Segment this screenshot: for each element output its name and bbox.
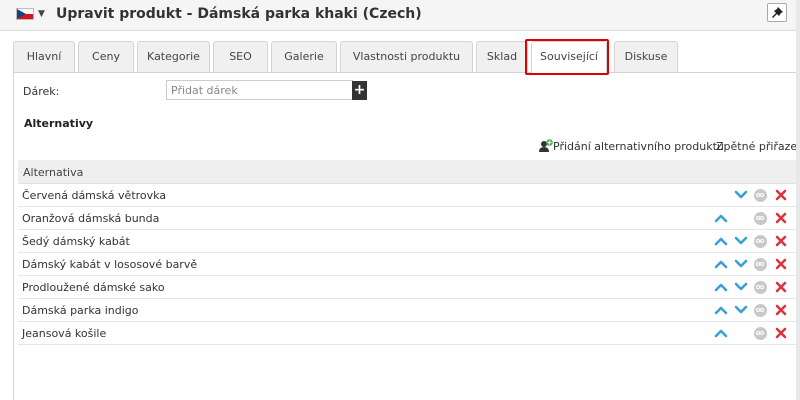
back-assign-label: Zpětné přiřazení — [716, 140, 800, 153]
tab-galerie[interactable]: Galerie — [271, 41, 337, 72]
row-name: Prodloužené dámské sako — [22, 281, 165, 294]
alternatives-table: Alternativa Červená dámská větrovka Oran… — [18, 160, 797, 345]
user-add-icon — [539, 139, 553, 152]
tab-diskuse[interactable]: Diskuse — [614, 41, 678, 72]
tab-kategorie[interactable]: Kategorie — [137, 41, 210, 72]
tab-hlavni[interactable]: Hlavní — [13, 41, 75, 72]
table-row: Oranžová dámská bunda — [18, 207, 797, 230]
move-down-icon[interactable] — [734, 234, 748, 248]
tab-sklad[interactable]: Sklad — [476, 41, 528, 72]
tab-ceny[interactable]: Ceny — [78, 41, 134, 72]
back-assign-link-icon[interactable] — [754, 326, 768, 340]
scrollbar[interactable] — [796, 0, 800, 400]
pin-button[interactable] — [767, 3, 787, 22]
pin-icon — [772, 7, 783, 18]
delete-icon[interactable] — [774, 280, 788, 294]
table-row: Dámský kabát v lososové barvě — [18, 253, 797, 276]
row-name: Dámský kabát v lososové barvě — [22, 258, 198, 271]
move-down-icon[interactable] — [734, 280, 748, 294]
tab-seo[interactable]: SEO — [213, 41, 268, 72]
add-gift-button[interactable]: + — [352, 81, 367, 100]
back-assign-link-icon[interactable] — [754, 234, 768, 248]
delete-icon[interactable] — [774, 326, 788, 340]
move-up-icon[interactable] — [714, 326, 728, 340]
back-assign-link-icon[interactable] — [754, 211, 768, 225]
move-down-icon[interactable] — [734, 188, 748, 202]
back-assign-link-icon[interactable] — [754, 303, 768, 317]
table-row: Šedý dámský kabát — [18, 230, 797, 253]
table-row: Dámská parka indigo — [18, 299, 797, 322]
page-title: Upravit produkt - Dámská parka khaki (Cz… — [56, 6, 422, 22]
move-up-icon[interactable] — [714, 234, 728, 248]
move-down-icon[interactable] — [734, 303, 748, 317]
move-up-icon[interactable] — [714, 211, 728, 225]
column-header-alternative: Alternativa — [23, 166, 84, 179]
add-alternative-label: Přidání alternativního produktu — [553, 140, 724, 153]
chevron-down-icon[interactable]: ▼ — [38, 9, 45, 19]
delete-icon[interactable] — [774, 257, 788, 271]
row-name: Dámská parka indigo — [22, 304, 139, 317]
row-name: Oranžová dámská bunda — [22, 212, 160, 225]
table-row: Jeansová košile — [18, 322, 797, 345]
move-up-icon[interactable] — [714, 303, 728, 317]
table-row: Červená dámská větrovka — [18, 184, 797, 207]
back-assign-link-icon[interactable] — [754, 280, 768, 294]
row-name: Červená dámská větrovka — [22, 189, 167, 202]
delete-icon[interactable] — [774, 303, 788, 317]
delete-icon[interactable] — [774, 211, 788, 225]
gift-input[interactable] — [166, 80, 353, 100]
table-header: Alternativa — [18, 160, 797, 184]
move-up-icon[interactable] — [714, 280, 728, 294]
move-up-icon[interactable] — [714, 257, 728, 271]
delete-icon[interactable] — [774, 188, 788, 202]
gift-label: Dárek: — [23, 85, 60, 98]
alternatives-title: Alternativy — [24, 117, 94, 130]
move-down-icon[interactable] — [734, 257, 748, 271]
page-header: ▼ Upravit produkt - Dámská parka khaki (… — [0, 0, 800, 31]
table-row: Prodloužené dámské sako — [18, 276, 797, 299]
czech-flag-icon[interactable] — [16, 8, 34, 20]
back-assign-link-icon[interactable] — [754, 257, 768, 271]
tab-souvisejici[interactable]: Související — [531, 41, 607, 73]
row-name: Šedý dámský kabát — [22, 235, 130, 248]
row-name: Jeansová košile — [22, 327, 107, 340]
tab-vlastnosti-produktu[interactable]: Vlastnosti produktu — [340, 41, 473, 72]
delete-icon[interactable] — [774, 234, 788, 248]
back-assign-link-icon[interactable] — [754, 188, 768, 202]
